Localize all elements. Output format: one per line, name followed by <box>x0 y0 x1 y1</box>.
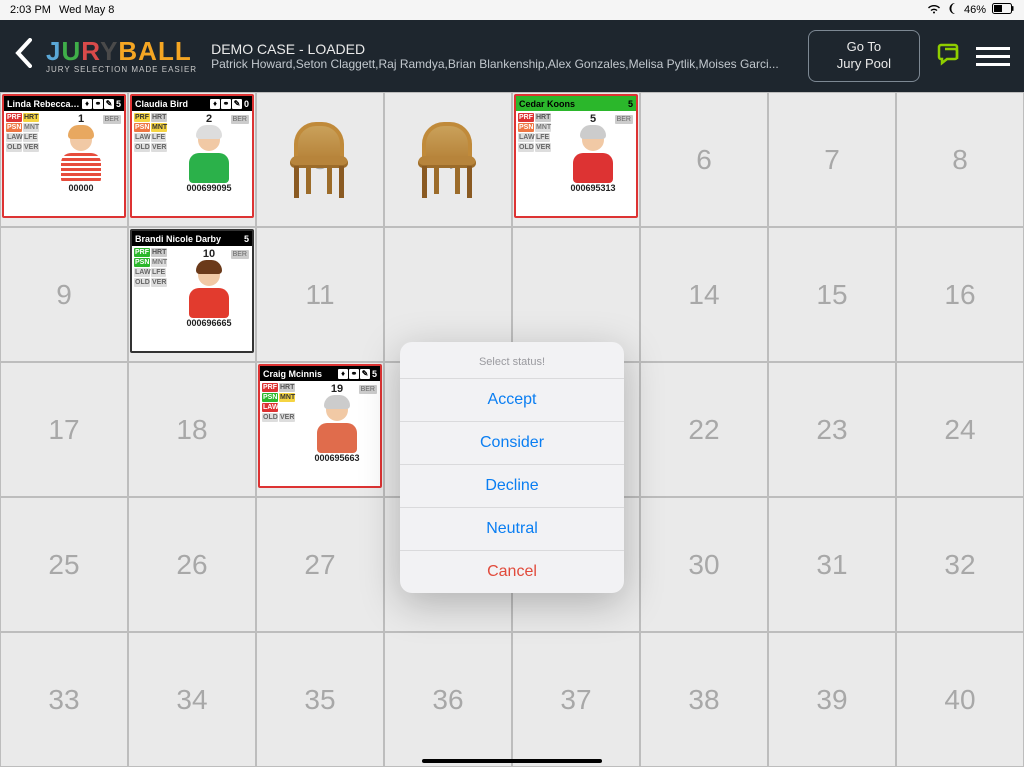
back-button[interactable] <box>14 38 32 75</box>
seat-number[interactable]: 38 <box>688 684 719 716</box>
seat-number[interactable]: 31 <box>816 549 847 581</box>
card-icons: ♦⚭✎ <box>82 99 114 109</box>
status-action-sheet: Select status! Accept Consider Decline N… <box>400 342 624 593</box>
ber-tag: BER <box>231 115 249 124</box>
juror-score: 5 <box>116 99 121 109</box>
seat-number[interactable]: 35 <box>304 684 335 716</box>
seat-number[interactable]: 6 <box>696 144 712 176</box>
seat-number[interactable]: 37 <box>560 684 591 716</box>
case-people: Patrick Howard,Seton Claggett,Raj Ramdya… <box>211 57 794 71</box>
goto-jury-pool-button[interactable]: Go To Jury Pool <box>808 30 920 82</box>
case-title: DEMO CASE - LOADED <box>211 41 794 57</box>
juror-card[interactable]: Brandi Nicole Darby 5 BER PRFHRT PSNMNT … <box>130 229 254 353</box>
hamburger-menu-icon[interactable] <box>976 47 1010 66</box>
juror-id: 00000 <box>68 183 93 193</box>
juror-number: 10 <box>203 248 215 260</box>
juror-number: 5 <box>590 113 596 125</box>
juror-name: Brandi Nicole Darby <box>135 234 242 244</box>
juror-card[interactable]: Claudia Bird ♦⚭✎ 0 BER PRFHRT PSNMNT LAW… <box>130 94 254 218</box>
juror-id: 000695313 <box>570 183 615 193</box>
seat-number[interactable]: 27 <box>304 549 335 581</box>
ber-tag: BER <box>615 115 633 124</box>
avatar-icon <box>569 125 617 183</box>
juror-id: 000699095 <box>186 183 231 193</box>
juror-id: 000696665 <box>186 318 231 328</box>
avatar-icon <box>57 125 105 183</box>
seat-number[interactable]: 24 <box>944 414 975 446</box>
seat-number[interactable]: 32 <box>944 549 975 581</box>
empty-chair-icon[interactable] <box>284 118 354 198</box>
battery-icon <box>992 3 1014 17</box>
juror-number: 19 <box>331 383 343 395</box>
juror-score: 5 <box>244 234 249 244</box>
accept-button[interactable]: Accept <box>400 378 624 421</box>
seat-number[interactable]: 18 <box>176 414 207 446</box>
juror-card[interactable]: Craig Mcinnis ♦⚭✎ 5 BER PRFHRT PSNMNT LA… <box>258 364 382 488</box>
seat-number[interactable]: 7 <box>824 144 840 176</box>
moon-icon <box>947 3 958 17</box>
seat-number[interactable]: 11 <box>305 279 334 311</box>
consider-button[interactable]: Consider <box>400 421 624 464</box>
ber-tag: BER <box>231 250 249 259</box>
app-header: JURYBALL JURY SELECTION MADE EASIER DEMO… <box>0 20 1024 92</box>
juror-name: Craig Mcinnis <box>263 369 338 379</box>
ios-status-bar: 2:03 PM Wed May 8 46% <box>0 0 1024 20</box>
empty-chair-icon[interactable] <box>412 118 482 198</box>
wifi-icon <box>927 4 941 17</box>
status-date: Wed May 8 <box>59 4 114 16</box>
juror-number: 2 <box>206 113 212 125</box>
seat-number[interactable]: 25 <box>48 549 79 581</box>
seat-number[interactable]: 22 <box>688 414 719 446</box>
juror-name: Cedar Koons <box>519 99 626 109</box>
seat-number[interactable]: 9 <box>56 279 72 311</box>
seat-number[interactable]: 30 <box>688 549 719 581</box>
seat-number[interactable]: 15 <box>816 279 847 311</box>
case-info: DEMO CASE - LOADED Patrick Howard,Seton … <box>211 41 794 71</box>
seat-number[interactable]: 23 <box>816 414 847 446</box>
seat-number[interactable]: 40 <box>944 684 975 716</box>
seat-number[interactable]: 33 <box>48 684 79 716</box>
home-indicator[interactable] <box>422 759 602 763</box>
juror-id: 000695663 <box>314 453 359 463</box>
seat-number[interactable]: 39 <box>816 684 847 716</box>
juror-score: 5 <box>372 369 377 379</box>
seat-number[interactable]: 36 <box>432 684 463 716</box>
avatar-icon <box>185 260 233 318</box>
neutral-button[interactable]: Neutral <box>400 507 624 550</box>
juror-card[interactable]: Linda Rebecca Padilla ♦⚭✎ 5 BER PRFHRT P… <box>2 94 126 218</box>
juror-number: 1 <box>78 113 84 125</box>
juror-name: Claudia Bird <box>135 99 210 109</box>
sheet-title: Select status! <box>400 342 624 378</box>
card-icons: ♦⚭✎ <box>338 369 370 379</box>
seating-grid: [128,128,128,128,128,128,128,128] 3 4 6 … <box>0 92 1024 767</box>
cancel-button[interactable]: Cancel <box>400 550 624 593</box>
decline-button[interactable]: Decline <box>400 464 624 507</box>
avatar-icon <box>185 125 233 183</box>
seat-number[interactable]: 34 <box>176 684 207 716</box>
juror-score: 0 <box>244 99 249 109</box>
app-logo: JURYBALL JURY SELECTION MADE EASIER <box>46 38 197 74</box>
juror-name: Linda Rebecca Padilla <box>7 99 82 109</box>
battery-percent: 46% <box>964 4 986 16</box>
avatar-icon <box>313 395 361 453</box>
status-time: 2:03 PM <box>10 4 51 16</box>
seat-number[interactable]: 26 <box>176 549 207 581</box>
logo-tagline: JURY SELECTION MADE EASIER <box>46 66 197 74</box>
card-icons: ♦⚭✎ <box>210 99 242 109</box>
juror-card[interactable]: Cedar Koons 5 BER PRFHRT PSNMNT LAWLFE O… <box>514 94 638 218</box>
seat-number[interactable]: 17 <box>48 414 79 446</box>
ber-tag: BER <box>103 115 121 124</box>
seat-number[interactable]: 16 <box>944 279 975 311</box>
seat-number[interactable]: 8 <box>952 144 968 176</box>
juror-score: 5 <box>628 99 633 109</box>
seat-number[interactable]: 14 <box>688 279 719 311</box>
ber-tag: BER <box>359 385 377 394</box>
chat-icon[interactable] <box>934 42 962 70</box>
